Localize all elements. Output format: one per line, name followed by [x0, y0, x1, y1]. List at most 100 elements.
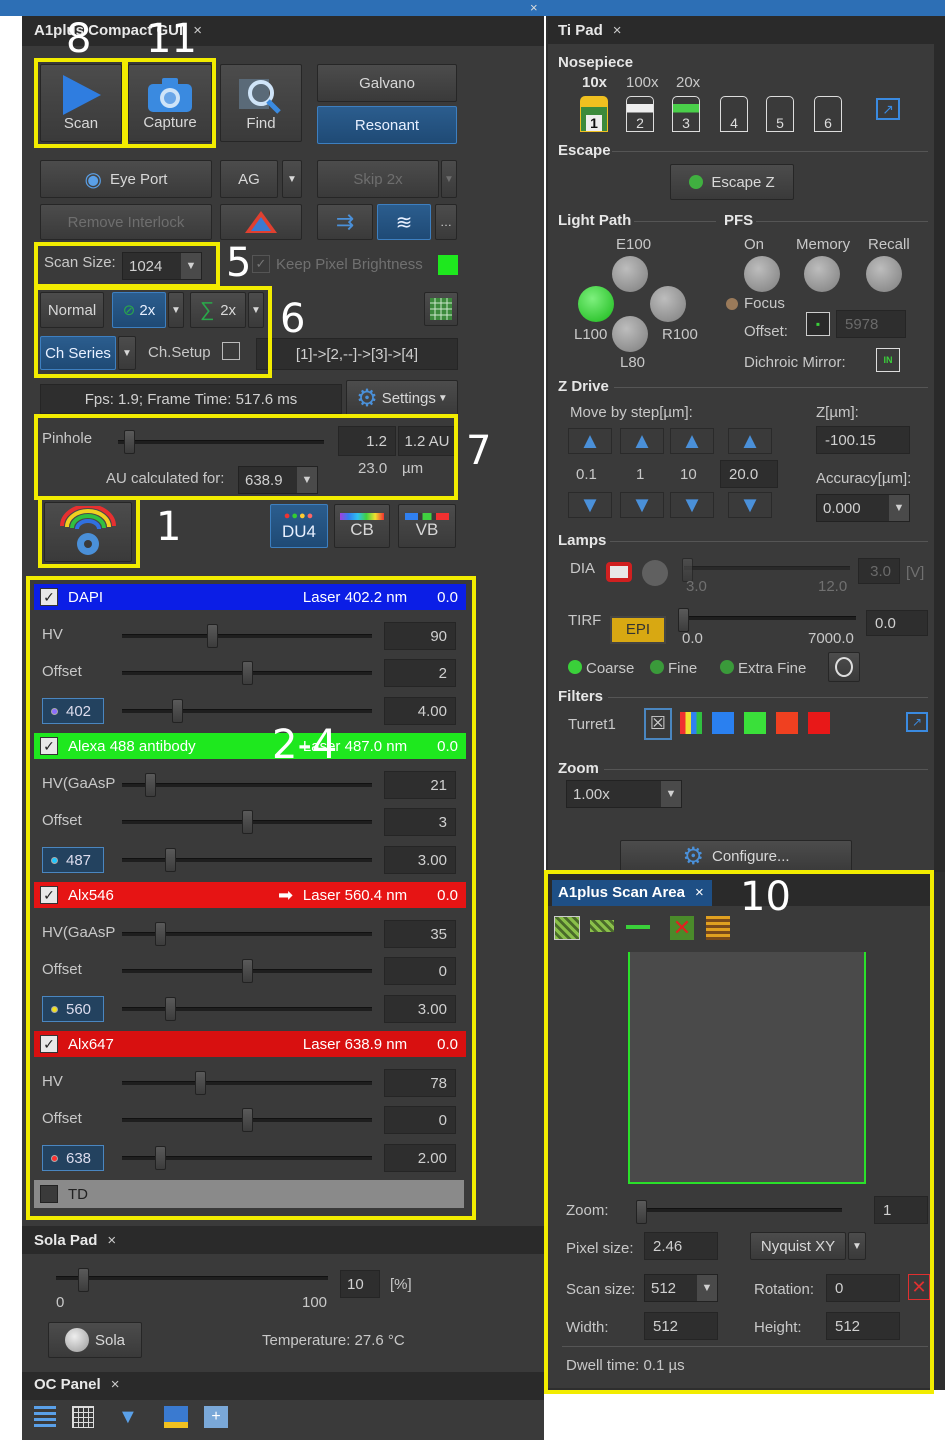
sola-pad-tab[interactable]: Sola Pad ×: [34, 1232, 116, 1249]
z-up-button-2[interactable]: ▲: [620, 428, 664, 454]
sola-slider-thumb[interactable]: [78, 1268, 89, 1292]
coarse-radio[interactable]: [568, 660, 582, 674]
z-down-button-2[interactable]: ▼: [620, 492, 664, 518]
close-icon[interactable]: ×: [107, 1232, 116, 1249]
du4-button[interactable]: ●●●● DU4: [270, 504, 328, 548]
z-up-button-4[interactable]: ▲: [728, 428, 772, 454]
status-dot-icon: [689, 175, 704, 189]
filter-red[interactable]: [808, 712, 830, 734]
sola-value-field[interactable]: 10: [340, 1270, 380, 1298]
nosepiece-slot-2[interactable]: 2: [626, 96, 654, 132]
resonant-button[interactable]: Resonant: [317, 106, 457, 144]
close-icon[interactable]: ×: [613, 22, 622, 39]
pfs-offset-checkbox[interactable]: ▪: [806, 312, 830, 336]
unidirectional-button[interactable]: ⇉: [317, 204, 373, 240]
more-options-button[interactable]: …: [435, 204, 457, 240]
light-path-l80-button[interactable]: [612, 316, 648, 352]
galvano-button[interactable]: Galvano: [317, 64, 457, 102]
caret-icon: ▼: [437, 392, 448, 404]
z-up-button-1[interactable]: ▲: [568, 428, 612, 454]
vb-button[interactable]: VB: [398, 504, 456, 548]
dia-value-field[interactable]: 3.0: [858, 558, 900, 584]
tirf-label: TIRF: [568, 612, 602, 629]
zoom-dropdown[interactable]: 1.00x ▼: [566, 780, 682, 808]
epi-button[interactable]: EPI: [610, 616, 666, 644]
pfs-offset-field[interactable]: 5978: [836, 310, 906, 338]
dia-slider-track[interactable]: [684, 566, 850, 570]
nosepiece-slot-5[interactable]: 5: [766, 96, 794, 132]
tirf-slider-thumb[interactable]: [678, 608, 689, 632]
extra-fine-label: Extra Fine: [738, 660, 807, 677]
highlight-channels: [26, 576, 476, 1220]
pfs-memory-button[interactable]: [804, 256, 840, 292]
oc-add-icon[interactable]: +: [204, 1406, 228, 1428]
sola-min-label: 0: [56, 1294, 65, 1311]
accuracy-dropdown[interactable]: 0.000 ▼: [816, 494, 910, 522]
tirf-slider-track[interactable]: [680, 616, 856, 620]
remove-interlock-button[interactable]: Remove Interlock: [40, 204, 212, 240]
objective-10x: 10x: [582, 74, 608, 91]
expand-icon[interactable]: ↗: [876, 98, 900, 120]
escape-separator: [612, 151, 928, 152]
title-close-icon[interactable]: ×: [530, 0, 538, 15]
oc-list-icon[interactable]: [34, 1406, 56, 1428]
turret-empty-slot[interactable]: ☒: [644, 708, 672, 740]
skip-dropdown-button[interactable]: ▼: [441, 160, 457, 198]
filter-orange[interactable]: [776, 712, 798, 734]
z-up-button-3[interactable]: ▲: [670, 428, 714, 454]
ti-pad-tab[interactable]: Ti Pad ×: [558, 22, 622, 39]
pfs-focus-radio[interactable]: [726, 298, 738, 310]
nosepiece-slot-1[interactable]: 1: [580, 96, 608, 132]
sola-button[interactable]: Sola: [48, 1322, 142, 1358]
keep-pixel-checkbox[interactable]: ✓: [252, 255, 270, 273]
magnifier-icon: [239, 78, 281, 114]
nosepiece-slot-3[interactable]: 3: [672, 96, 700, 132]
stopwatch-button[interactable]: [828, 652, 860, 682]
oc-filter-icon[interactable]: ▼: [118, 1406, 142, 1428]
close-icon[interactable]: ×: [111, 1376, 120, 1393]
filter-blue[interactable]: [712, 712, 734, 734]
custom-step-field[interactable]: 20.0: [720, 460, 778, 488]
ag-button[interactable]: AG: [220, 160, 278, 198]
settings-button[interactable]: ⚙ Settings ▼: [346, 380, 458, 416]
sola-slider-track[interactable]: [56, 1276, 328, 1280]
sola-unit-label: [%]: [390, 1276, 412, 1293]
fine-radio[interactable]: [650, 660, 664, 674]
light-path-label: Light Path: [558, 212, 632, 229]
filter-multiband[interactable]: [680, 712, 702, 734]
pfs-recall-button[interactable]: [866, 256, 902, 292]
annotation-11: 11: [146, 16, 197, 62]
oc-grid-icon[interactable]: [72, 1406, 94, 1428]
light-path-l100-button[interactable]: [578, 286, 614, 322]
ag-dropdown-button[interactable]: ▼: [282, 160, 302, 198]
find-button[interactable]: Find: [220, 64, 302, 142]
sequence-field[interactable]: [1]->[2,--]->[3]->[4]: [256, 338, 458, 370]
nosepiece-slot-6[interactable]: 6: [814, 96, 842, 132]
z-down-button-3[interactable]: ▼: [670, 492, 714, 518]
z-down-button-4[interactable]: ▼: [728, 492, 772, 518]
nosepiece-slot-4[interactable]: 4: [720, 96, 748, 132]
tirf-value-field[interactable]: 0.0: [866, 610, 928, 636]
eye-port-button[interactable]: ◉ Eye Port: [40, 160, 212, 198]
extra-fine-radio[interactable]: [720, 660, 734, 674]
dia-power-icon[interactable]: [606, 562, 632, 582]
light-path-r100-button[interactable]: [650, 286, 686, 322]
dichroic-mirror-label: Dichroic Mirror:: [744, 354, 846, 371]
z-down-button-1[interactable]: ▼: [568, 492, 612, 518]
filter-green[interactable]: [744, 712, 766, 734]
configure-button[interactable]: ⚙ Configure...: [620, 840, 852, 872]
light-path-l80: L80: [620, 354, 646, 371]
skip-button[interactable]: Skip 2x: [317, 160, 439, 198]
z-position-field[interactable]: -100.15: [816, 426, 910, 454]
laser-warning-button[interactable]: [220, 204, 302, 240]
filters-expand-icon[interactable]: ↗: [906, 712, 928, 732]
pfs-on-button[interactable]: [744, 256, 780, 292]
cb-button[interactable]: CB: [334, 504, 390, 548]
grid-view-button[interactable]: [424, 292, 458, 326]
oc-save-icon[interactable]: [164, 1406, 188, 1428]
escape-z-button[interactable]: Escape Z: [670, 164, 794, 200]
oc-panel-tab[interactable]: OC Panel ×: [34, 1376, 119, 1393]
right-scrollbar[interactable]: [934, 16, 945, 872]
bidirectional-button[interactable]: ≋: [377, 204, 431, 240]
light-path-e100-button[interactable]: [612, 256, 648, 292]
